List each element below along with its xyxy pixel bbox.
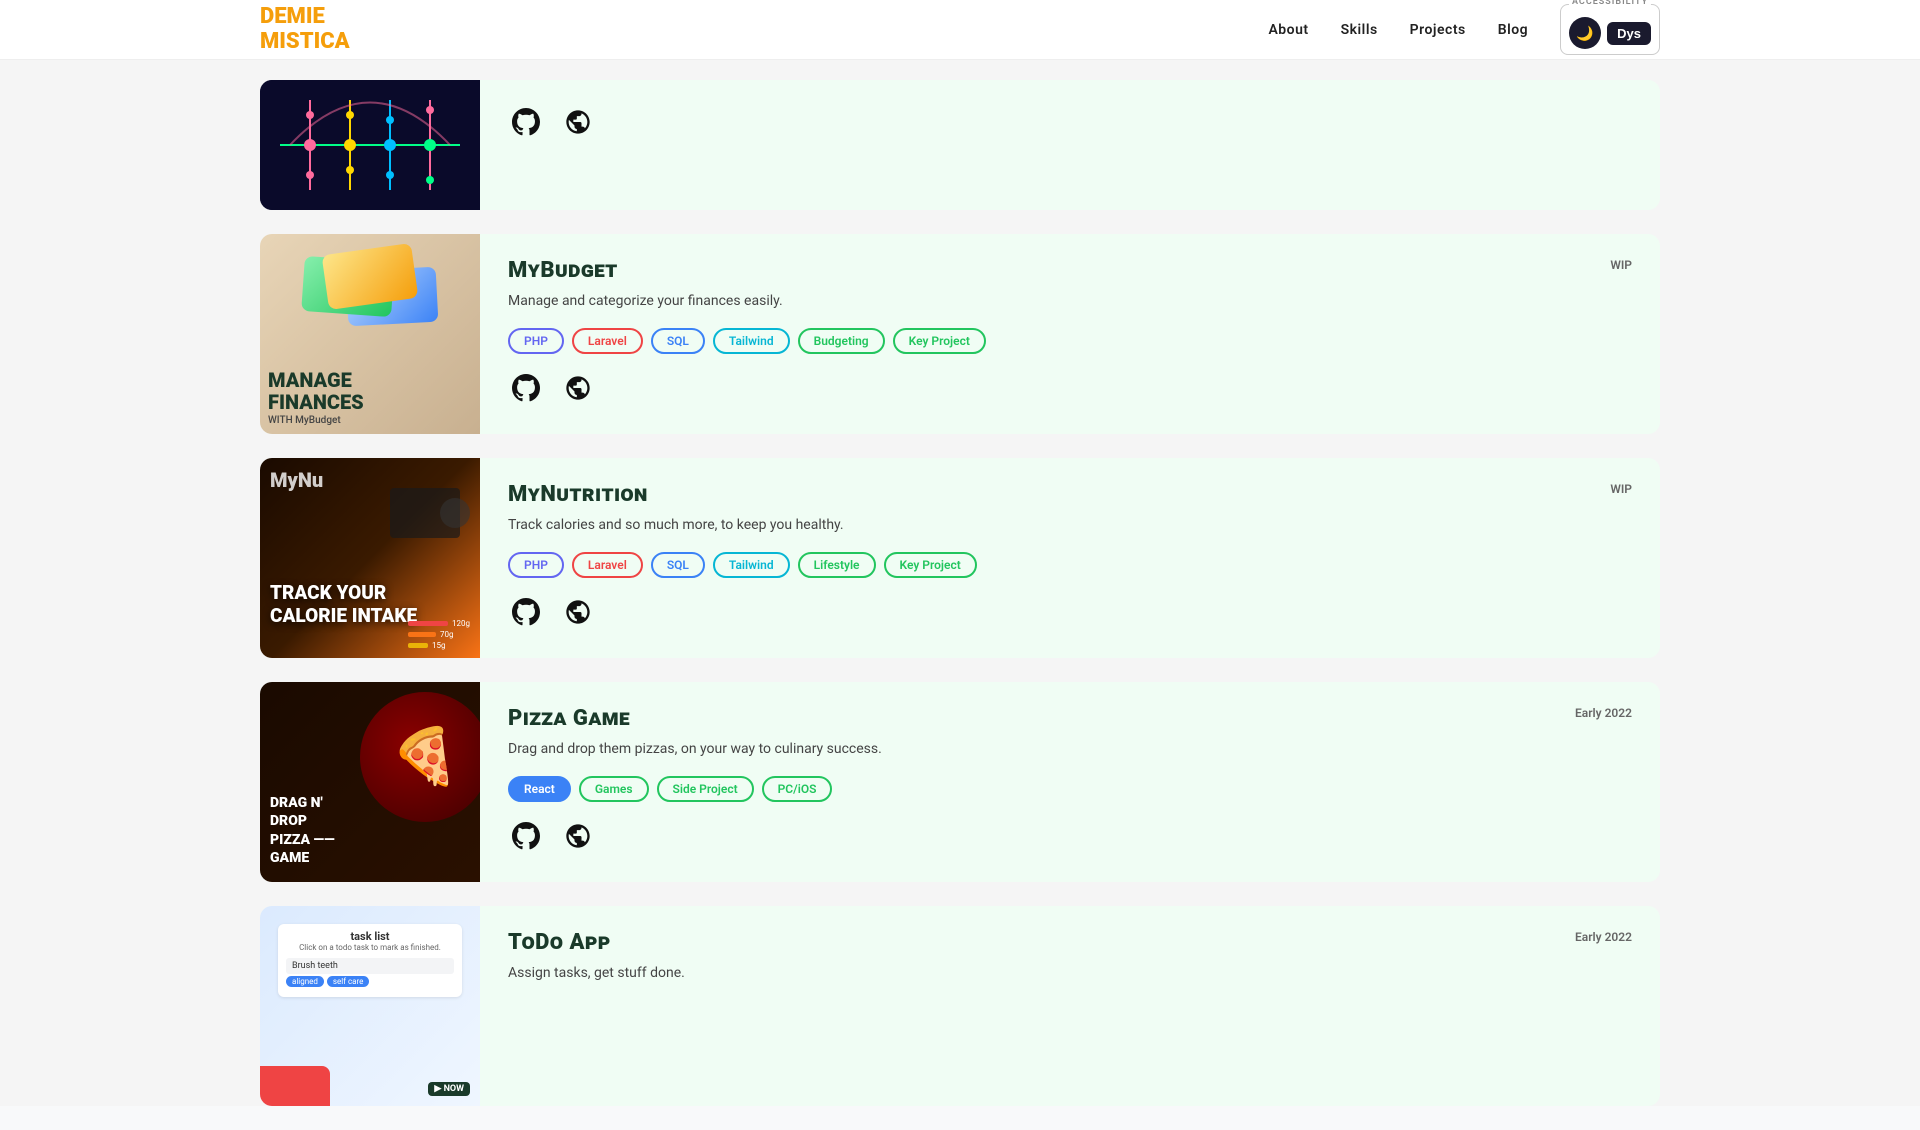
dyslexia-button[interactable]: Dys	[1607, 22, 1651, 45]
dark-mode-button[interactable]: 🌙	[1569, 17, 1601, 49]
tag-tailwind: Tailwind	[713, 328, 790, 354]
mybudget-tags: PHP Laravel SQL Tailwind Budgeting Key P…	[508, 328, 1632, 354]
globe-icon	[564, 108, 592, 136]
todo-description: Assign tasks, get stuff done.	[508, 963, 1632, 984]
project-image-todo: task list Click on a todo task to mark a…	[260, 906, 480, 1106]
mybudget-badge: WIP	[1610, 258, 1632, 272]
pizza-tags: React Games Side Project PC/iOS	[508, 776, 1632, 802]
accessibility-label: ACCESSIBILITY	[1569, 0, 1651, 7]
project-content-mybudget: MyBudget WIP Manage and categorize your …	[480, 234, 1660, 434]
tag-pcios: PC/iOS	[762, 776, 833, 802]
project-card-mybudget: MANAGEFINANCES WITH MyBudget MyBudget WI…	[260, 234, 1660, 434]
accessibility-controls: ACCESSIBILITY 🌙 Dys	[1560, 4, 1660, 55]
tag-lifestyle: Lifestyle	[798, 552, 876, 578]
mynutrition-description: Track calories and so much more, to keep…	[508, 515, 1632, 536]
github-icon-pizza	[512, 822, 540, 850]
nav-about[interactable]: About	[1268, 22, 1308, 38]
nav-blog[interactable]: Blog	[1498, 22, 1528, 38]
project-image-circuit	[260, 80, 480, 210]
tag-react: React	[508, 776, 571, 802]
mybudget-title: MyBudget	[508, 258, 618, 283]
web-link-pizza[interactable]	[560, 818, 596, 854]
todo-badge: Early 2022	[1575, 930, 1632, 944]
project-content-partial	[480, 80, 1660, 210]
github-icon-mynutrition	[512, 598, 540, 626]
project-card-todo: task list Click on a todo task to mark a…	[260, 906, 1660, 1106]
tag-key-project-nutrition: Key Project	[884, 552, 977, 578]
github-link-mynutrition[interactable]	[508, 594, 544, 630]
pizza-description: Drag and drop them pizzas, on your way t…	[508, 739, 1632, 760]
tag-tailwind-nutrition: Tailwind	[713, 552, 790, 578]
nav-projects[interactable]: Projects	[1410, 22, 1466, 38]
project-header-todo: ToDo App Early 2022	[508, 930, 1632, 955]
nutrition-overlay-text: Track yourcalorie intake	[270, 582, 417, 628]
project-card-pizza: 🍕 Drag n'DropPIZZA ——GAME Pizza Game Ear…	[260, 682, 1660, 882]
project-links-pizza	[508, 818, 1632, 854]
tag-side-project: Side Project	[657, 776, 754, 802]
project-image-nutrition: MyNu Track yourcalorie intake 120g	[260, 458, 480, 658]
nav-links: About Skills Projects Blog ACCESSIBILITY…	[1268, 4, 1660, 55]
mynutrition-tags: PHP Laravel SQL Tailwind Lifestyle Key P…	[508, 552, 1632, 578]
web-link-partial[interactable]	[560, 104, 596, 140]
globe-icon-mynutrition	[564, 598, 592, 626]
logo-line1: DEMIE	[260, 5, 350, 29]
tag-laravel: Laravel	[572, 328, 643, 354]
globe-icon-mybudget	[564, 374, 592, 402]
tag-budgeting: Budgeting	[798, 328, 885, 354]
github-icon	[512, 108, 540, 136]
main-content: MANAGEFINANCES WITH MyBudget MyBudget WI…	[0, 0, 1920, 1106]
tag-sql: SQL	[651, 328, 705, 354]
project-card-partial	[260, 80, 1660, 210]
web-link-mynutrition[interactable]	[560, 594, 596, 630]
github-link-partial[interactable]	[508, 104, 544, 140]
project-links-partial	[508, 104, 1632, 140]
tag-php-nutrition: PHP	[508, 552, 564, 578]
github-link-mybudget[interactable]	[508, 370, 544, 406]
pizza-title: Pizza Game	[508, 706, 630, 731]
circuit-svg	[260, 80, 480, 210]
logo-line2: MISTICA	[260, 30, 350, 54]
mybudget-description: Manage and categorize your finances easi…	[508, 291, 1632, 312]
github-icon-mybudget	[512, 374, 540, 402]
todo-title: ToDo App	[508, 930, 611, 955]
tag-laravel-nutrition: Laravel	[572, 552, 643, 578]
project-header-mynutrition: MyNutrition WIP	[508, 482, 1632, 507]
logo: DEMIE MISTICA	[260, 5, 350, 53]
pizza-badge: Early 2022	[1575, 706, 1632, 720]
project-header-mybudget: MyBudget WIP	[508, 258, 1632, 283]
navigation: DEMIE MISTICA About Skills Projects Blog…	[0, 0, 1920, 60]
project-header-pizza: Pizza Game Early 2022	[508, 706, 1632, 731]
project-links-mynutrition	[508, 594, 1632, 630]
project-content-todo: ToDo App Early 2022 Assign tasks, get st…	[480, 906, 1660, 1106]
github-link-pizza[interactable]	[508, 818, 544, 854]
project-card-mynutrition: MyNu Track yourcalorie intake 120g	[260, 458, 1660, 658]
project-content-mynutrition: MyNutrition WIP Track calories and so mu…	[480, 458, 1660, 658]
tag-sql-nutrition: SQL	[651, 552, 705, 578]
project-image-pizza: 🍕 Drag n'DropPIZZA ——GAME	[260, 682, 480, 882]
mynutrition-title: MyNutrition	[508, 482, 648, 507]
tag-key-project: Key Project	[893, 328, 986, 354]
web-link-mybudget[interactable]	[560, 370, 596, 406]
mynutrition-badge: WIP	[1610, 482, 1632, 496]
project-content-pizza: Pizza Game Early 2022 Drag and drop them…	[480, 682, 1660, 882]
globe-icon-pizza	[564, 822, 592, 850]
tag-games: Games	[579, 776, 649, 802]
project-image-budget: MANAGEFINANCES WITH MyBudget	[260, 234, 480, 434]
nav-skills[interactable]: Skills	[1341, 22, 1378, 38]
tag-php: PHP	[508, 328, 564, 354]
project-links-mybudget	[508, 370, 1632, 406]
mynu-label: MyNu	[270, 468, 323, 492]
